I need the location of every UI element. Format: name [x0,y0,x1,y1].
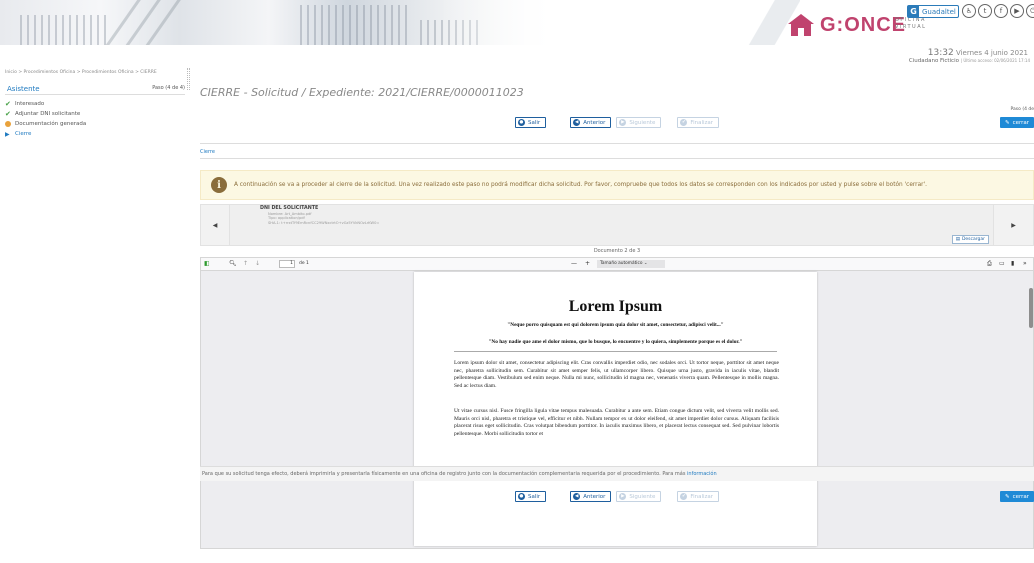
finalizar-button[interactable]: ✔ Finalizar [677,117,720,128]
wizard-step-interesado[interactable]: ✔ Interesado [5,99,86,109]
last-access: Último acceso: 02/06/2021 17:14 [963,58,1030,63]
document-card: DNI DEL SOLICITANTE Nombre: Art_Ambito.p… [229,205,993,245]
print-icon[interactable]: ⎙ [987,260,992,268]
pdf-title: Lorem Ipsum [568,298,663,315]
sidebar-toggle-icon[interactable]: ◧ [204,260,210,267]
sidebar-resize-handle[interactable] [187,68,190,90]
search-icon[interactable]: 🔍︎ [229,260,237,267]
edit-icon: ✎ [1004,119,1010,126]
bookmark-icon[interactable]: ▮ [1011,260,1014,267]
logo-subtitle: OFICINA VIRTUAL [895,17,927,30]
salir-button[interactable]: ● Salir [515,117,547,128]
prev-page-icon[interactable]: ↑ [243,260,248,267]
document-carousel: ◀ DNI DEL SOLICITANTE Nombre: Art_Ambito… [200,204,1034,246]
check-icon: ✔ [5,110,11,118]
youtube-icon[interactable]: ▶ [1010,4,1024,18]
sidebar: Inicio > Procedimientos Oficina > Proced… [0,68,190,148]
twitter-icon[interactable]: t [978,4,992,18]
prev-icon: ◀ [573,493,581,500]
pdf-quote-2: "No hay nadie que ame el dolor mismo, qu… [488,339,743,345]
next-icon: ▶ [619,119,627,126]
zoom-in-icon[interactable]: + [585,260,590,267]
wizard-step-counter: Paso (4 de 4) [152,85,185,91]
open-file-icon[interactable]: ▭ [999,260,1005,267]
warning-dot-icon [5,121,11,127]
page-title: CIERRE - Solicitud / Expediente: 2021/CI… [200,86,524,99]
guadaltel-link[interactable]: G Guadaltel [907,5,959,18]
alert-text: A continuación se va a proceder al cierr… [234,182,927,188]
zoom-select[interactable]: Tamaño automático ⌄ [597,260,665,268]
wizard-title: Asistente [7,85,40,93]
finalizar-button-bottom[interactable]: ✔ Finalizar [677,491,720,502]
more-tools-icon[interactable]: » [1023,260,1027,267]
wizard-step-documentacion[interactable]: Documentación generada [5,119,86,129]
pdf-page: Lorem Ipsum "Neque porro quisquam est qu… [414,272,817,546]
tab-cierre[interactable]: Cierre [200,149,215,155]
guadaltel-g-icon: G [908,6,919,17]
finish-icon: ✔ [680,493,688,500]
check-icon: ✔ [5,100,11,108]
next-page-icon[interactable]: ↓ [255,260,260,267]
time-label: 13:32 [927,48,954,58]
prev-icon: ◀ [573,119,581,126]
salir-button-bottom[interactable]: ● Salir [515,491,547,502]
logo[interactable]: G:ONCE OFICINA VIRTUAL G Guadaltel ♿ t f… [740,0,1034,45]
breadcrumb[interactable]: Inicio > Procedimientos Oficina > Proced… [5,70,157,75]
play-arrow-icon: ▶ [5,130,10,138]
page-total: de 1 [299,261,309,266]
document-meta: Nombre: Art_Ambito.pdf Tipo: application… [268,212,380,225]
carousel-next-icon[interactable]: ▶ [993,205,1033,245]
descargar-button[interactable]: ▤ Descargar [951,235,989,244]
informacion-link[interactable]: información [687,471,717,477]
document-name: DNI DEL SOLICITANTE [260,206,319,211]
exit-icon: ● [518,119,525,126]
logo-text: G:ONCE [820,14,906,36]
footer-note: Para que su solicitud tenga efecto, debe… [200,466,1034,481]
step-indicator: Paso (4 de [1010,107,1034,112]
cerrar-button[interactable]: ✎ cerrar [1000,117,1034,128]
finish-icon: ✔ [680,119,688,126]
citizen-name: Ciudadano Ficticio [908,58,959,64]
siguiente-button-bottom[interactable]: ▶ Siguiente [616,491,662,502]
date-label: Viernes 4 junio 2021 [955,49,1028,57]
social-links: ♿ t f ▶ ⏻ [962,4,1034,18]
cerrar-button-bottom[interactable]: ✎ cerrar [1000,491,1034,502]
bottom-toolbar: ● Salir ◀ Anterior ▶ Siguiente ✔ Finaliz… [515,491,720,502]
top-toolbar: ● Salir ◀ Anterior ▶ Siguiente ✔ Finaliz… [515,117,720,128]
wizard-step-cierre[interactable]: ▶ Cierre [5,129,86,139]
anterior-button[interactable]: ◀ Anterior [570,117,612,128]
pdf-scrollbar[interactable] [1029,288,1033,328]
citizen-info: Ciudadano Ficticio | Último acceso: 02/0… [908,58,1030,64]
edit-icon: ✎ [1004,493,1010,500]
carousel-prev-icon[interactable]: ◀ [201,205,229,245]
pdf-toolbar: ◧ 🔍︎ ↑ ↓ 1 de 1 — + Tamaño automático ⌄ … [201,258,1033,271]
power-icon[interactable]: ⏻ [1026,4,1034,18]
warning-alert: i A continuación se va a proceder al cie… [200,170,1034,200]
pdf-paragraph-2: Ut vitae cursus nisl. Fusce fringilla li… [454,408,779,438]
wizard-header: Asistente Paso (4 de 4) [5,85,185,95]
anterior-button-bottom[interactable]: ◀ Anterior [570,491,612,502]
next-icon: ▶ [619,493,627,500]
header: G:ONCE OFICINA VIRTUAL G Guadaltel ♿ t f… [0,0,1034,64]
pdf-divider [454,351,777,352]
pdf-paragraph-1: Lorem ipsum dolor sit amet, consectetur … [454,360,779,390]
document-count: Documento 2 de 3 [593,248,641,254]
wizard-step-adjuntar-dni[interactable]: ✔ Adjuntar DNI solicitante [5,109,86,119]
header-banner-image [0,0,560,45]
exit-icon: ● [518,493,525,500]
page-number-input[interactable]: 1 [279,260,295,268]
accessibility-icon[interactable]: ♿ [962,4,976,18]
pdf-quote-1: "Neque porro quisquam est qui dolorem ip… [507,322,724,328]
download-icon: ▤ [955,237,960,242]
house-logo-icon [788,14,814,36]
zoom-out-icon[interactable]: — [571,260,577,267]
facebook-icon[interactable]: f [994,4,1008,18]
pdf-viewer: ◧ 🔍︎ ↑ ↓ 1 de 1 — + Tamaño automático ⌄ … [200,257,1034,549]
siguiente-button[interactable]: ▶ Siguiente [616,117,662,128]
wizard-steps: ✔ Interesado ✔ Adjuntar DNI solicitante … [5,99,86,139]
datetime: 13:32 Viernes 4 junio 2021 [928,48,1028,58]
info-icon: i [211,177,227,193]
